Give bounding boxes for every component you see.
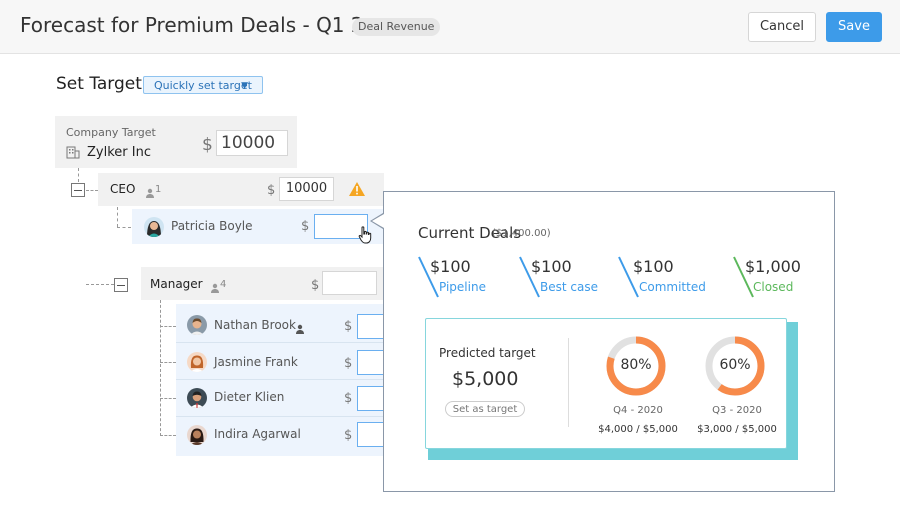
user-count: 1: [155, 184, 162, 195]
currency-symbol: $: [344, 319, 353, 334]
role-name: CEO: [110, 182, 136, 196]
quarter-label: Q4 - 2020: [613, 405, 663, 416]
building-icon: [66, 144, 80, 163]
user-count-icon: [210, 278, 220, 297]
quarter-amount: $3,000 / $5,000: [697, 424, 777, 435]
currency-symbol: $: [344, 391, 353, 406]
ceo-row: [98, 173, 384, 206]
currency-symbol: $: [267, 183, 276, 198]
person-name: Nathan Brook: [214, 318, 296, 332]
tree-connector: [117, 207, 118, 227]
set-target-heading: Set Target: [56, 74, 142, 94]
donut-percent: 80%: [620, 357, 652, 373]
collapse-toggle[interactable]: [114, 278, 128, 292]
person-target-input[interactable]: [357, 386, 384, 411]
avatar: [187, 315, 207, 335]
row-divider: [176, 416, 383, 417]
ceo-target-input[interactable]: 10000: [279, 177, 334, 201]
stat-label: Committed: [639, 280, 706, 294]
person-target-input[interactable]: [357, 350, 384, 375]
company-target-input[interactable]: 10000: [216, 130, 288, 156]
person-name: Indira Agarwal: [214, 427, 301, 441]
stat-value: $100: [430, 257, 471, 276]
avatar: [144, 217, 164, 237]
chevron-down-icon: ▼: [241, 81, 248, 91]
row-divider: [176, 342, 383, 343]
avatar: [187, 388, 207, 408]
currency-symbol: $: [202, 135, 213, 155]
company-target-label: Company Target: [66, 126, 156, 139]
row-divider: [176, 379, 383, 380]
stat-pipeline: $100 Pipeline: [418, 256, 513, 298]
predicted-target-label: Predicted target: [439, 346, 536, 360]
donut-chart-q3: 60%: [703, 334, 767, 398]
donut-percent: 60%: [719, 357, 751, 373]
quarter-label: Q3 - 2020: [712, 405, 762, 416]
stat-label: Best case: [540, 280, 598, 294]
currency-symbol: $: [344, 356, 353, 371]
person-name: Dieter Klien: [214, 390, 285, 404]
stat-best-case: $100 Best case: [519, 256, 614, 298]
tree-connector: [160, 300, 161, 436]
save-button[interactable]: Save: [826, 12, 882, 42]
stat-value: $100: [531, 257, 572, 276]
tree-connector: [160, 398, 176, 399]
tree-connector: [86, 284, 114, 285]
predicted-target-value: $5,000: [452, 368, 519, 390]
person-target-input[interactable]: [357, 314, 384, 339]
stat-value: $100: [633, 257, 674, 276]
warning-icon[interactable]: [348, 181, 366, 201]
person-target-input[interactable]: [357, 422, 384, 447]
card-divider: [568, 338, 569, 427]
role-name: Manager: [150, 277, 203, 291]
currency-symbol: $: [344, 428, 353, 443]
stat-label: Closed: [753, 280, 794, 294]
user-count-icon: [145, 183, 155, 202]
hand-cursor-icon: [358, 226, 374, 248]
person-name: Patricia Boyle: [171, 219, 253, 233]
quick-set-target-label: Quickly set target: [154, 79, 252, 92]
quick-set-target-dropdown[interactable]: Quickly set target ▼: [143, 76, 263, 94]
tree-connector: [117, 227, 131, 228]
cancel-button[interactable]: Cancel: [748, 12, 816, 42]
collapse-toggle[interactable]: [71, 183, 85, 197]
company-target-card: Company Target Zylker Inc $ 10000: [55, 116, 297, 168]
tree-connector: [160, 435, 176, 436]
stat-value: $1,000: [745, 257, 801, 276]
tree-connector: [160, 362, 176, 363]
company-name: Zylker Inc: [87, 145, 151, 160]
tree-connector: [160, 326, 176, 327]
donut-chart-q4: 80%: [604, 334, 668, 398]
stat-label: Pipeline: [439, 280, 486, 294]
currency-symbol: $: [311, 278, 320, 293]
current-deals-total: ($1,400.00): [492, 228, 551, 239]
avatar: [187, 352, 207, 372]
quarter-amount: $4,000 / $5,000: [598, 424, 678, 435]
stat-committed: $100 Committed: [618, 256, 718, 298]
user-icon: [295, 319, 305, 338]
set-as-target-button[interactable]: Set as target: [445, 401, 525, 417]
person-name: Jasmine Frank: [214, 355, 298, 369]
stat-closed: $1,000 Closed: [733, 256, 813, 298]
user-count: 4: [220, 279, 227, 290]
manager-target-input[interactable]: [322, 271, 377, 295]
page-title: Forecast for Premium Deals - Q1 2021: [20, 13, 360, 37]
avatar: [187, 425, 207, 445]
tree-connector: [86, 190, 98, 191]
popover-arrow-fill: [372, 214, 384, 228]
currency-symbol: $: [301, 219, 310, 234]
tree-connector: [78, 168, 79, 182]
module-badge: Deal Revenue: [352, 18, 441, 36]
